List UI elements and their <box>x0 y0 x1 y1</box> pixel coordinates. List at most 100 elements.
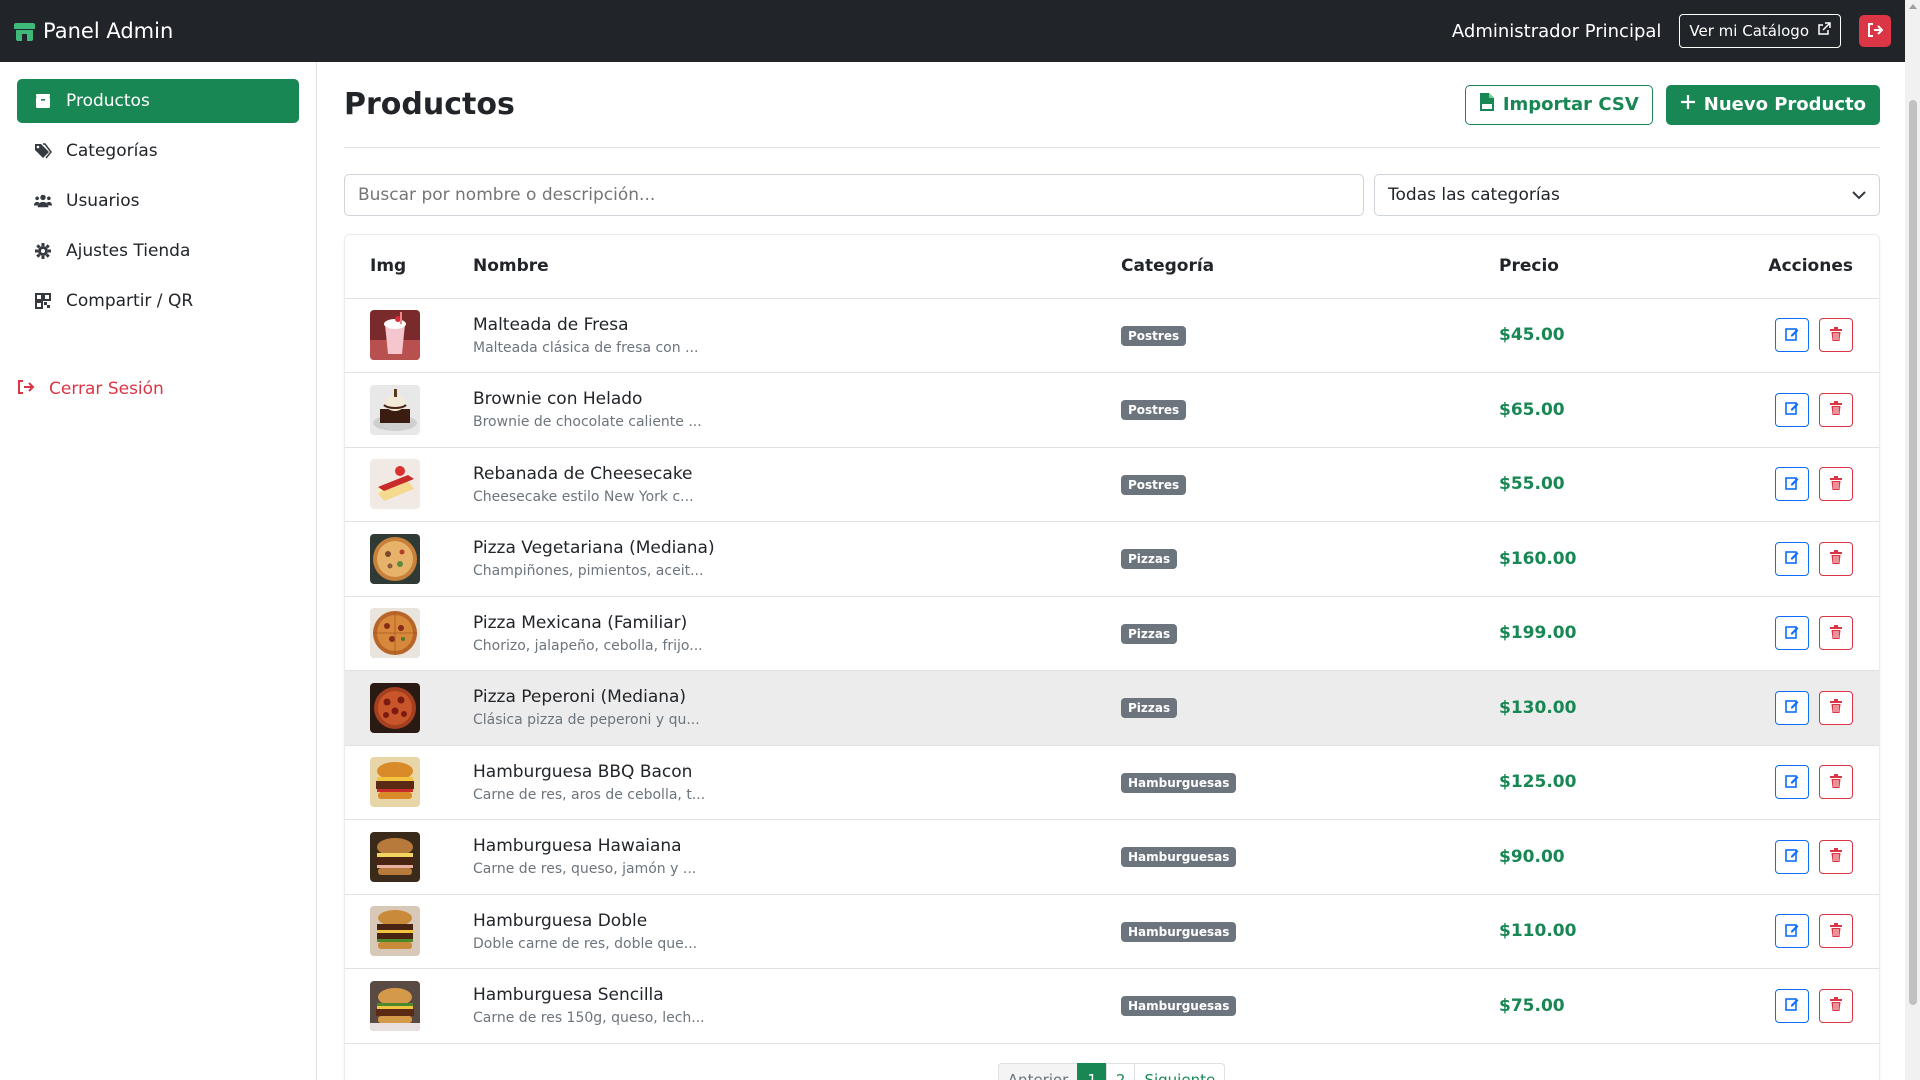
edit-button[interactable] <box>1775 467 1809 502</box>
edit-button[interactable] <box>1775 914 1809 949</box>
delete-button[interactable] <box>1819 318 1853 353</box>
edit-icon <box>1785 624 1799 643</box>
current-user-name: Administrador Principal <box>1451 20 1662 42</box>
sidebar-item-productos[interactable]: Productos <box>17 79 299 123</box>
product-description: Clásica pizza de peperoni y qu... <box>473 712 700 729</box>
sidebar-item-ajustes-tienda[interactable]: Ajustes Tienda <box>17 229 299 273</box>
import-csv-button[interactable]: Importar CSV <box>1464 84 1653 125</box>
products-table-card: Img Nombre Categoría Precio Acciones Mal… <box>344 234 1880 1080</box>
edit-button[interactable] <box>1775 616 1809 651</box>
table-header-row: Img Nombre Categoría Precio Acciones <box>345 235 1879 299</box>
box-icon <box>34 92 52 110</box>
logout-top-button[interactable] <box>1859 15 1891 47</box>
sidebar: Productos Categorías Usuarios Ajustes Ti… <box>0 62 317 1080</box>
product-name: Pizza Mexicana (Familiar) <box>473 612 688 633</box>
product-thumbnail <box>370 310 420 361</box>
scrollbar-thumb[interactable] <box>1909 100 1917 1005</box>
delete-button[interactable] <box>1819 616 1853 651</box>
import-csv-label: Importar CSV <box>1502 94 1639 115</box>
edit-button[interactable] <box>1775 318 1809 353</box>
table-row: Hamburguesa Sencilla Carne de res 150g, … <box>345 969 1879 1043</box>
users-icon <box>34 192 52 210</box>
sidebar-item-compartir-qr[interactable]: Compartir / QR <box>17 279 299 323</box>
column-header-category: Categoría <box>1121 235 1499 299</box>
edit-button[interactable] <box>1775 690 1809 725</box>
product-thumbnail <box>370 384 420 435</box>
new-product-label: Nuevo Producto <box>1703 94 1866 115</box>
delete-button[interactable] <box>1819 765 1853 800</box>
table-row: Pizza Peperoni (Mediana) Clásica pizza d… <box>345 670 1879 745</box>
trash-icon <box>1830 400 1842 419</box>
sidebar-logout-label: Cerrar Sesión <box>49 379 164 399</box>
delete-button[interactable] <box>1819 988 1853 1023</box>
page-scrollbar[interactable] <box>1905 0 1920 1080</box>
edit-button[interactable] <box>1775 765 1809 800</box>
product-price: $199.00 <box>1499 623 1577 644</box>
delete-button[interactable] <box>1819 839 1853 874</box>
delete-button[interactable] <box>1819 690 1853 725</box>
search-input[interactable] <box>344 174 1364 216</box>
product-price: $130.00 <box>1499 697 1577 718</box>
pagination-prev[interactable]: Anterior <box>997 1062 1079 1080</box>
edit-button[interactable] <box>1775 988 1809 1023</box>
tags-icon <box>34 142 52 160</box>
product-thumbnail <box>370 533 420 584</box>
category-filter-select[interactable]: Todas las categorías <box>1374 174 1880 216</box>
delete-button[interactable] <box>1819 914 1853 949</box>
edit-icon <box>1785 326 1799 345</box>
product-description: Carne de res 150g, queso, lech... <box>473 1010 705 1027</box>
product-name: Hamburguesa Doble <box>473 910 648 931</box>
category-badge: Pizzas <box>1121 698 1178 719</box>
product-price: $110.00 <box>1499 921 1577 942</box>
view-catalog-button[interactable]: Ver mi Catálogo <box>1679 14 1841 48</box>
product-price: $160.00 <box>1499 548 1577 569</box>
edit-button[interactable] <box>1775 392 1809 427</box>
gear-icon <box>34 242 52 260</box>
product-price: $125.00 <box>1499 772 1577 793</box>
trash-icon <box>1830 922 1842 941</box>
category-badge: Pizzas <box>1121 623 1178 644</box>
product-thumbnail <box>370 682 420 733</box>
new-product-button[interactable]: Nuevo Producto <box>1665 84 1880 125</box>
column-header-price: Precio <box>1499 235 1749 299</box>
pagination-next[interactable]: Siguiente <box>1134 1062 1226 1080</box>
product-thumbnail <box>370 980 420 1031</box>
table-row: Rebanada de Cheesecake Cheesecake estilo… <box>345 447 1879 522</box>
trash-icon <box>1830 475 1842 494</box>
external-link-icon <box>1817 22 1831 40</box>
product-description: Doble carne de res, doble que... <box>473 935 698 952</box>
edit-icon <box>1785 400 1799 419</box>
edit-button[interactable] <box>1775 541 1809 576</box>
delete-button[interactable] <box>1819 392 1853 427</box>
trash-icon <box>1830 624 1842 643</box>
scroll-up-arrow-icon[interactable] <box>1909 4 1917 9</box>
sidebar-logout-link[interactable]: Cerrar Sesión <box>17 379 299 399</box>
csv-file-icon <box>1479 92 1495 117</box>
chevron-down-icon <box>1852 185 1866 205</box>
sidebar-item-categorias[interactable]: Categorías <box>17 129 299 173</box>
product-description: Carne de res, queso, jamón y ... <box>473 861 697 878</box>
view-catalog-label: Ver mi Catálogo <box>1689 22 1809 40</box>
pagination-page-2[interactable]: 2 <box>1105 1062 1136 1080</box>
sidebar-item-usuarios[interactable]: Usuarios <box>17 179 299 223</box>
edit-icon <box>1785 996 1799 1015</box>
table-row: Pizza Mexicana (Familiar) Chorizo, jalap… <box>345 596 1879 671</box>
edit-icon <box>1785 698 1799 717</box>
sidebar-item-label: Usuarios <box>66 191 140 211</box>
pagination-page-1[interactable]: 1 <box>1077 1062 1107 1080</box>
edit-icon <box>1785 847 1799 866</box>
filters-bar: Todas las categorías <box>344 174 1880 216</box>
product-name: Pizza Peperoni (Mediana) <box>473 687 687 708</box>
delete-button[interactable] <box>1819 541 1853 576</box>
product-price: $75.00 <box>1499 995 1565 1016</box>
sidebar-item-label: Productos <box>66 91 150 111</box>
edit-button[interactable] <box>1775 839 1809 874</box>
category-badge: Hamburguesas <box>1121 996 1237 1017</box>
product-name: Brownie con Helado <box>473 389 643 410</box>
brand[interactable]: Panel Admin <box>14 19 173 43</box>
sign-out-icon <box>17 379 35 399</box>
table-row: Hamburguesa BBQ Bacon Carne de res, aros… <box>345 745 1879 820</box>
delete-button[interactable] <box>1819 467 1853 502</box>
product-name: Pizza Vegetariana (Mediana) <box>473 538 715 559</box>
edit-icon <box>1785 475 1799 494</box>
